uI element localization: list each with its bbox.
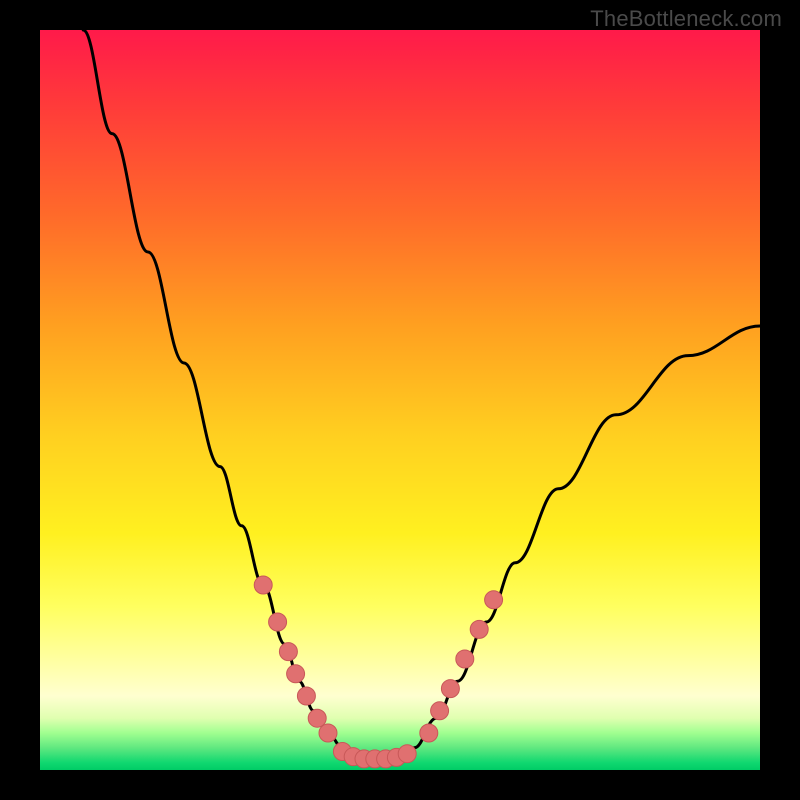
data-marker [269, 613, 287, 631]
chart-container: TheBottleneck.com [0, 0, 800, 800]
data-marker [297, 687, 315, 705]
data-marker [319, 724, 337, 742]
data-marker [456, 650, 474, 668]
data-marker [441, 680, 459, 698]
data-marker [279, 643, 297, 661]
curve-line [83, 30, 760, 759]
data-marker [287, 665, 305, 683]
data-marker [398, 745, 416, 763]
data-marker [420, 724, 438, 742]
data-marker [254, 576, 272, 594]
data-marker [485, 591, 503, 609]
data-marker [470, 620, 488, 638]
bottleneck-chart [0, 0, 800, 800]
data-marker [308, 709, 326, 727]
data-marker [431, 702, 449, 720]
